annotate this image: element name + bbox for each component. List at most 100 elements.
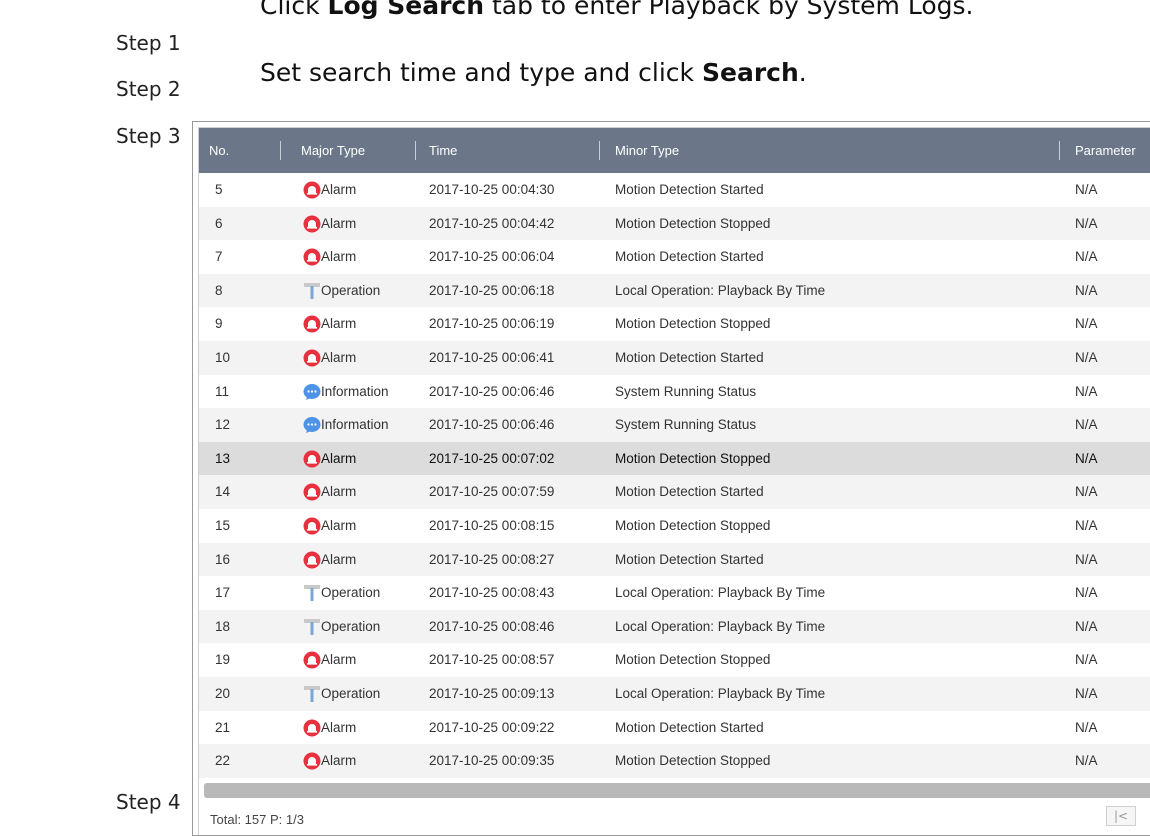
cell-major-type: Information: [321, 417, 389, 433]
table-row[interactable]: 21 Alarm 2017-10-25 00:09:22 Motion Detecti…: [199, 711, 1150, 745]
table-row[interactable]: 8 Operation 2017-10-25 00:06:18 Local Opera…: [199, 273, 1150, 308]
column-divider: [599, 141, 600, 160]
cell-time: 2017-10-25 00:04:42: [429, 215, 555, 231]
cell-minor-type: Motion Detection Started: [615, 719, 764, 735]
cell-major-type: Alarm: [321, 484, 357, 500]
cell-no: 19: [215, 652, 231, 668]
alarm-icon: [303, 315, 321, 333]
information-icon: [303, 383, 321, 401]
cell-no: 15: [215, 518, 231, 533]
column-major-type[interactable]: Major Type: [301, 128, 365, 173]
cell-no: 9: [215, 316, 223, 332]
table-row[interactable]: 17 Operation 2017-10-25 00:08:43 Local Oper…: [199, 576, 1150, 610]
cell-parameter: N/A: [1075, 316, 1098, 332]
cell-time: 2017-10-25 00:09:35: [429, 753, 555, 769]
column-parameter[interactable]: Parameter: [1075, 128, 1136, 173]
alarm-icon: [303, 248, 321, 266]
cell-minor-type: System Running Status: [615, 383, 757, 399]
first-page-button[interactable]: |<: [1106, 806, 1136, 826]
cell-parameter: N/A: [1075, 215, 1098, 231]
table-row[interactable]: 10 Alarm 2017-10-25 00:06:41 Motion Detecti…: [199, 341, 1150, 375]
cell-time: 2017-10-25 00:08:57: [429, 652, 555, 668]
cell-time: 2017-10-25 00:07:02: [429, 450, 555, 466]
table-row[interactable]: 9 Alarm 2017-10-25 00:06:19 Motion Detectio…: [199, 307, 1150, 341]
cell-major-type: Operation: [321, 686, 381, 701]
cell-parameter: N/A: [1075, 652, 1098, 668]
cell-time: 2017-10-25 00:04:30: [429, 182, 555, 197]
cell-time: 2017-10-25 00:07:59: [429, 484, 555, 500]
cell-minor-type: Motion Detection Started: [615, 551, 764, 567]
table-row[interactable]: 14 Alarm 2017-10-25 00:07:59 Motion Detecti…: [199, 475, 1150, 509]
cell-parameter: N/A: [1075, 753, 1098, 769]
operation-icon: [303, 618, 321, 636]
cell-time: 2017-10-25 00:08:27: [429, 551, 555, 567]
column-no[interactable]: No.: [209, 128, 229, 173]
cell-minor-type: Motion Detection Stopped: [615, 518, 771, 533]
table-row[interactable]: 5 Alarm 2017-10-25 00:04:30 Motion Detectio…: [199, 173, 1150, 207]
operation-icon: [303, 584, 321, 602]
cell-no: 13: [215, 450, 231, 466]
alarm-icon: [303, 719, 321, 737]
cell-no: 5: [215, 182, 223, 197]
cell-major-type: Operation: [321, 585, 381, 601]
alarm-icon: [303, 349, 321, 367]
column-divider: [280, 141, 281, 160]
cell-time: 2017-10-25 00:09:13: [429, 686, 555, 701]
table-row[interactable]: 18 Operation 2017-10-25 00:08:46 Local Oper…: [199, 609, 1150, 644]
log-table-header: No. Major Type Time Minor Type Parameter: [199, 128, 1150, 173]
cell-parameter: N/A: [1075, 450, 1098, 466]
cell-major-type: Operation: [321, 618, 381, 634]
cell-minor-type: Motion Detection Stopped: [615, 753, 771, 769]
cell-major-type: Alarm: [321, 551, 357, 567]
table-row[interactable]: 19 Alarm 2017-10-25 00:08:57 Motion Detecti…: [199, 643, 1150, 677]
cell-major-type: Alarm: [321, 316, 357, 332]
cell-minor-type: Motion Detection Stopped: [615, 450, 771, 466]
cell-major-type: Alarm: [321, 652, 357, 668]
table-row[interactable]: 22 Alarm 2017-10-25 00:09:35 Motion Detecti…: [199, 744, 1150, 778]
cell-minor-type: Motion Detection Stopped: [615, 215, 771, 231]
cell-major-type: Alarm: [321, 450, 357, 466]
cell-time: 2017-10-25 00:08:43: [429, 585, 555, 601]
alarm-icon: [303, 483, 321, 501]
cell-parameter: N/A: [1075, 686, 1098, 701]
alarm-icon: [303, 215, 321, 233]
cell-major-type: Alarm: [321, 182, 357, 197]
cell-minor-type: Local Operation: Playback By Time: [615, 585, 826, 601]
cell-parameter: N/A: [1075, 484, 1098, 500]
table-row[interactable]: 20 Operation 2017-10-25 00:09:13 Local Oper…: [199, 677, 1150, 711]
instruction-step-1: Click Log Search tab to enter Playback b…: [260, 0, 973, 20]
table-row[interactable]: 11 Information 2017-10-25 00:06:46 System R…: [199, 375, 1150, 409]
alarm-icon: [303, 551, 321, 569]
cell-no: 21: [215, 719, 231, 735]
table-row[interactable]: 13 Alarm 2017-10-25 00:07:02 Motion Detecti…: [199, 441, 1150, 476]
table-row[interactable]: 15 Alarm 2017-10-25 00:08:15 Motion Detecti…: [199, 509, 1150, 543]
alarm-icon: [303, 181, 321, 199]
horizontal-scrollbar[interactable]: [204, 783, 1150, 798]
log-search-term: Log Search: [327, 0, 485, 20]
cell-major-type: Alarm: [321, 350, 357, 365]
cell-parameter: N/A: [1075, 719, 1098, 735]
table-row[interactable]: 6 Alarm 2017-10-25 00:04:42 Motion Detectio…: [199, 206, 1150, 241]
cell-no: 20: [215, 686, 231, 701]
table-row[interactable]: 7 Alarm 2017-10-25 00:06:04 Motion Detectio…: [199, 240, 1150, 274]
operation-icon: [303, 282, 321, 300]
alarm-icon: [303, 752, 321, 770]
cell-major-type: Information: [321, 383, 389, 399]
cell-time: 2017-10-25 00:06:19: [429, 316, 555, 332]
cell-minor-type: Local Operation: Playback By Time: [615, 618, 826, 634]
alarm-icon: [303, 651, 321, 669]
table-row[interactable]: 16 Alarm 2017-10-25 00:08:27 Motion Detecti…: [199, 542, 1150, 577]
cell-time: 2017-10-25 00:06:46: [429, 383, 555, 399]
column-minor-type[interactable]: Minor Type: [615, 128, 679, 173]
cell-time: 2017-10-25 00:06:41: [429, 350, 555, 365]
cell-parameter: N/A: [1075, 417, 1098, 433]
table-row[interactable]: 12 Information 2017-10-25 00:06:46 System R…: [199, 408, 1150, 442]
cell-minor-type: Motion Detection Started: [615, 249, 764, 265]
information-icon: [303, 416, 321, 434]
cell-minor-type: Motion Detection Stopped: [615, 316, 771, 332]
column-time[interactable]: Time: [429, 128, 457, 173]
instruction-step-2: Set search time and type and click Searc…: [260, 58, 807, 87]
cell-major-type: Alarm: [321, 518, 357, 533]
cell-parameter: N/A: [1075, 249, 1098, 265]
cell-major-type: Operation: [321, 282, 381, 298]
